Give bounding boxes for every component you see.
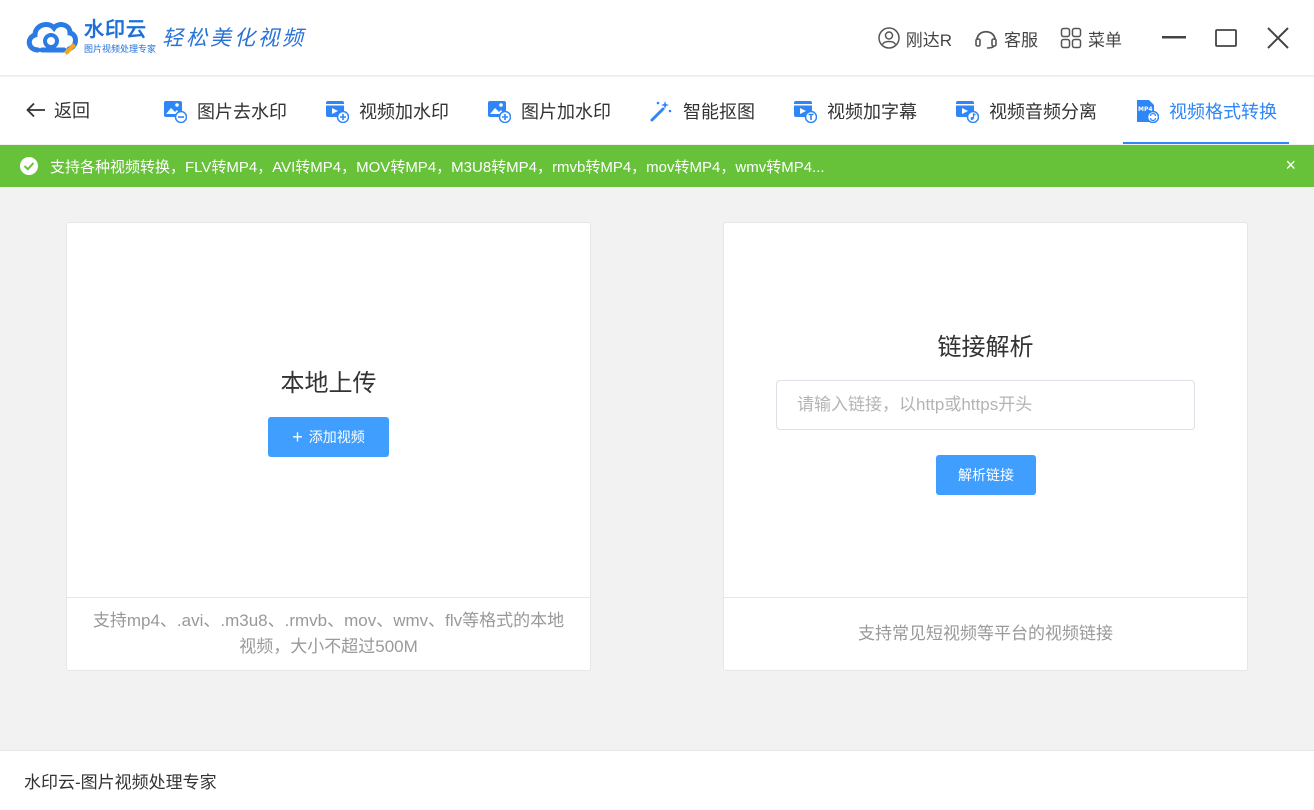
footer-text: 水印云-图片视频处理专家 xyxy=(24,773,217,792)
tab-smart-cutout[interactable]: 智能抠图 xyxy=(649,77,755,144)
banner-close-button[interactable]: × xyxy=(1285,155,1296,176)
tab-label: 视频音频分离 xyxy=(989,101,1097,122)
user-icon xyxy=(877,27,900,49)
headset-icon xyxy=(975,30,997,49)
parse-link-button[interactable]: 解析链接 xyxy=(936,455,1036,495)
tab-video-audio-separate[interactable]: 视频音频分离 xyxy=(955,77,1097,144)
tab-label: 图片去水印 xyxy=(197,101,287,122)
app-logo: 水印云 图片视频处理专家 xyxy=(24,14,156,60)
tab-label: 图片加水印 xyxy=(521,101,611,122)
link-parse-card: 链接解析 解析链接 支持常见短视频等平台的视频链接 xyxy=(723,222,1248,671)
tab-video-format-convert[interactable]: MP4 视频格式转换 xyxy=(1123,77,1289,144)
video-add-icon xyxy=(326,100,349,123)
mp4-file-icon: MP4 xyxy=(1137,99,1159,123)
cloud-logo-icon xyxy=(26,22,78,55)
minimize-icon xyxy=(1162,36,1186,39)
add-video-label: 添加视频 xyxy=(308,429,365,445)
user-name: 刚达R xyxy=(905,30,952,50)
title-bar: 水印云 图片视频处理专家 轻松美化视频 刚达R 客服 菜单 xyxy=(0,0,1314,76)
video-subtitle-icon xyxy=(794,100,817,123)
customer-service-button[interactable]: 客服 xyxy=(974,26,1038,51)
status-footer: 水印云-图片视频处理专家 xyxy=(0,750,1314,810)
maximize-icon xyxy=(1215,29,1237,47)
maximize-button[interactable] xyxy=(1204,18,1248,58)
plus-icon: + xyxy=(292,427,303,447)
local-upload-hint: 支持mp4、.avi、.m3u8、.rmvb、mov、wmv、flv等格式的本地… xyxy=(67,597,590,670)
tab-video-add-subtitle[interactable]: 视频加字幕 xyxy=(793,77,917,144)
banner-text: 支持各种视频转换，FLV转MP4，AVI转MP4，MOV转MP4，M3U8转MP… xyxy=(50,158,825,176)
minimize-button[interactable] xyxy=(1152,18,1196,58)
menu-button[interactable]: 菜单 xyxy=(1060,26,1122,51)
tool-tabs: 图片去水印 视频加水印 图片加水印 智能抠图 视频加字幕 视频音频分离 MP4 … xyxy=(163,77,1314,144)
add-video-button[interactable]: + 添加视频 xyxy=(268,417,389,457)
link-parse-title: 链接解析 xyxy=(937,334,1034,361)
tab-image-remove-watermark[interactable]: 图片去水印 xyxy=(163,77,287,144)
tab-video-add-watermark[interactable]: 视频加水印 xyxy=(325,77,449,144)
close-icon xyxy=(1267,27,1289,49)
tab-label: 视频加字幕 xyxy=(827,101,917,122)
logo-name: 水印云 xyxy=(84,19,147,41)
local-upload-card: 本地上传 + 添加视频 支持mp4、.avi、.m3u8、.rmvb、mov、w… xyxy=(66,222,591,671)
link-input[interactable] xyxy=(776,380,1195,430)
image-remove-icon xyxy=(164,100,187,123)
info-banner: 支持各种视频转换，FLV转MP4，AVI转MP4，MOV转MP4，M3U8转MP… xyxy=(0,145,1314,187)
tab-label: 视频格式转换 xyxy=(1169,101,1277,122)
user-account-button[interactable]: 刚达R xyxy=(877,26,952,51)
tab-label: 智能抠图 xyxy=(683,101,755,122)
image-add-icon xyxy=(488,100,511,123)
slogan: 轻松美化视频 xyxy=(162,26,306,50)
video-audio-icon xyxy=(956,100,979,123)
logo-subtitle: 图片视频处理专家 xyxy=(84,44,157,54)
tab-label: 视频加水印 xyxy=(359,101,449,122)
service-label: 客服 xyxy=(1004,30,1038,50)
local-upload-title: 本地上传 xyxy=(280,370,377,397)
tab-image-add-watermark[interactable]: 图片加水印 xyxy=(487,77,611,144)
link-parse-hint: 支持常见短视频等平台的视频链接 xyxy=(724,597,1247,670)
check-circle-icon xyxy=(20,157,38,175)
grid-menu-icon xyxy=(1060,27,1082,49)
menu-label: 菜单 xyxy=(1088,30,1122,50)
magic-wand-icon xyxy=(650,100,672,121)
close-window-button[interactable] xyxy=(1256,18,1300,58)
